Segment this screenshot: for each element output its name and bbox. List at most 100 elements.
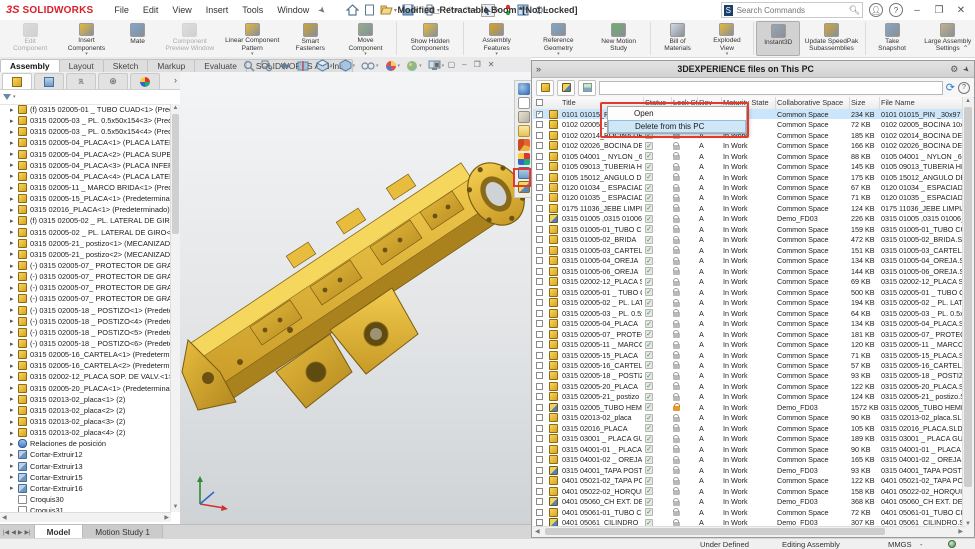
row-checkbox[interactable] (536, 142, 543, 149)
row-checkbox[interactable] (536, 310, 543, 317)
expand-arrow-icon[interactable]: ▸ (10, 295, 18, 303)
expand-arrow-icon[interactable]: ▸ (10, 351, 18, 359)
file-row[interactable]: 0401 05021-02_TAPA POSTE...✓AIn WorkComm… (533, 475, 965, 485)
bill-of-materials-button[interactable]: Bill of Materials (653, 21, 703, 56)
file-row[interactable]: 0315 02005_TUBO HEMBRA ...✓AIn WorkDemo_… (533, 402, 965, 412)
expand-arrow-icon[interactable]: ▸ (10, 306, 18, 314)
tab-markup[interactable]: Markup (147, 59, 195, 72)
tree-item[interactable]: ▸(-) 0315 02005-18 _ POSTIZO<6> (Predete… (0, 338, 171, 349)
tree-item[interactable]: ▸0315 02005-16_CARTELA<2> (Predeterminad… (0, 360, 171, 371)
tree-item[interactable]: ▸(-) 0315 02005-07_ PROTECTOR DE GRASERA… (0, 271, 171, 282)
expand-arrow-icon[interactable]: ▸ (10, 206, 18, 214)
row-checkbox[interactable] (536, 215, 543, 222)
panel-options-gear-icon[interactable]: ⚙ (950, 64, 958, 75)
row-checkbox[interactable] (536, 299, 543, 306)
print-button[interactable]: ▾ (421, 3, 442, 17)
file-row[interactable]: 0315 02005-20_PLACA✓AIn WorkCommon Space… (533, 381, 965, 391)
tree-item[interactable]: ▸(f) 0315 02005-02 _ PL. LATERAL DE GIRO… (0, 215, 171, 226)
menu-view[interactable]: View (165, 2, 198, 18)
row-checkbox[interactable] (536, 519, 543, 526)
tab-featuremanager[interactable] (2, 73, 32, 89)
tree-item[interactable]: ▸Cortar-Extruir16 (0, 483, 171, 494)
smart-fasteners-button[interactable]: Smart Fasteners (283, 21, 337, 56)
expand-arrow-icon[interactable]: ▸ (10, 262, 18, 270)
file-row[interactable]: 0315 04001-02 _ OREJA INTE...✓AIn WorkCo… (533, 454, 965, 464)
doc-close-icon[interactable]: ✕ (488, 60, 495, 69)
mate-button[interactable]: Mate (117, 21, 159, 56)
row-checkbox[interactable] (536, 121, 543, 128)
dropdown-caret-icon[interactable]: ▾ (415, 7, 418, 14)
select-button[interactable]: ▾ (479, 3, 501, 18)
row-checkbox[interactable] (536, 404, 543, 411)
row-checkbox[interactable] (536, 331, 543, 338)
row-checkbox[interactable] (536, 132, 543, 139)
tab-layout[interactable]: Layout (59, 59, 104, 72)
tree-item[interactable]: ▸Relaciones de posición (0, 438, 171, 449)
row-checkbox[interactable] (536, 268, 543, 275)
expand-arrow-icon[interactable]: ▸ (10, 462, 18, 470)
file-row[interactable]: 0120 01035 _ ESPACIADOR ...✓AIn WorkComm… (533, 193, 965, 203)
row-checkbox[interactable] (536, 467, 543, 474)
expand-arrow-icon[interactable]: ▸ (10, 406, 18, 414)
previous-view-icon[interactable] (279, 60, 291, 72)
expand-arrow-icon[interactable]: ▸ (10, 195, 18, 203)
panel-pin-icon[interactable]: ➤ (961, 63, 972, 74)
row-checkbox[interactable] (536, 352, 543, 359)
column-divider[interactable] (775, 97, 776, 109)
file-row[interactable]: 0105 04001 _ NYLON _62X2...✓AIn WorkComm… (533, 151, 965, 161)
tab-assembly[interactable]: Assembly (0, 59, 60, 72)
insert-components-button[interactable]: Insert Components▾ (56, 21, 116, 56)
row-checkbox[interactable] (536, 498, 543, 505)
row-checkbox[interactable] (536, 456, 543, 463)
file-filter-input[interactable] (599, 81, 943, 95)
tree-item[interactable]: ▸Cortar-Extruir13 (0, 461, 171, 472)
column-divider[interactable] (879, 97, 880, 109)
take-snapshot-button[interactable]: Take Snapshot (868, 21, 917, 56)
file-row[interactable]: 0315 02005-18 _ POSTIZO✓AIn WorkCommon S… (533, 371, 965, 381)
search-icon[interactable]: 🔍︎ (849, 5, 860, 16)
dropdown-caret-icon[interactable]: ▾ (545, 7, 548, 14)
exploded-view-button[interactable]: Exploded View▾ (703, 21, 752, 56)
move-component-button[interactable]: Move Component▾ (337, 21, 394, 56)
dropdown-caret-icon[interactable]: ▾ (419, 63, 422, 69)
file-row[interactable]: 0315 02005-04_PLACA✓AIn WorkCommon Space… (533, 318, 965, 328)
expand-arrow-icon[interactable]: ▸ (10, 429, 18, 437)
table-button[interactable] (515, 3, 531, 17)
scroll-right-icon[interactable]: ▶ (958, 528, 963, 535)
search-commands-input[interactable] (735, 5, 849, 16)
file-row[interactable]: 0315 01005 ,0315 01006_TU...✓AIn WorkDem… (533, 214, 965, 224)
expand-arrow-icon[interactable]: ▸ (10, 373, 18, 381)
expand-arrow-icon[interactable]: ▸ (10, 451, 18, 459)
file-row[interactable]: 0401 05022-02_HORQUILLA ...✓AIn WorkComm… (533, 486, 965, 496)
dropdown-caret-icon[interactable]: ▾ (437, 7, 440, 14)
row-checkbox[interactable] (536, 372, 543, 379)
file-row[interactable]: 0315 01005-03_CARTELA✓AIn WorkCommon Spa… (533, 245, 965, 255)
file-row[interactable]: 0315 02002-12_PLACA SOP. ...✓AIn WorkCom… (533, 277, 965, 287)
tree-item[interactable]: ▸0315 02013-02_placa<3> (2) (0, 416, 171, 427)
dropdown-caret-icon[interactable]: ▾ (364, 52, 367, 56)
expand-arrow-icon[interactable]: ▸ (10, 418, 18, 426)
dropdown-caret-icon[interactable]: ▾ (726, 52, 729, 56)
linear-component-pattern-button[interactable]: Linear Component Pattern▾ (221, 21, 283, 56)
filter-assemblies-button[interactable] (557, 80, 575, 96)
tree-item[interactable]: ▸0315 02013-02_placa<4> (2) (0, 427, 171, 438)
row-checkbox[interactable] (536, 174, 543, 181)
assembly-features-button[interactable]: Assembly Features▾ (466, 21, 527, 56)
file-row[interactable]: 0315 02005-16_CARTELA✓AIn WorkCommon Spa… (533, 360, 965, 370)
file-row[interactable]: ✓0101 01015_PIN _30x97 EXTE...✓AIn WorkC… (533, 109, 965, 119)
scroll-right-icon[interactable]: ▶ (164, 514, 169, 521)
menu-file[interactable]: File (107, 2, 136, 18)
expand-arrow-icon[interactable]: ▸ (10, 128, 18, 136)
reference-geometry-button[interactable]: Reference Geometry▾ (527, 21, 589, 56)
scroll-up-icon[interactable]: ▲ (171, 104, 180, 113)
tree-item[interactable]: ▸0315 02016_PLACA<1> (Predeterminado) (0, 204, 171, 215)
menu-insert[interactable]: Insert (199, 2, 236, 18)
custom-properties-icon[interactable] (518, 153, 530, 165)
tab-sketch[interactable]: Sketch (103, 59, 149, 72)
column-header-size[interactable]: Size (851, 98, 865, 107)
tree-item[interactable]: ▸Cortar-Extruir12 (0, 449, 171, 460)
scrollbar-thumb[interactable] (172, 114, 179, 234)
pin-menubar-icon[interactable]: ➤ (316, 3, 329, 16)
expand-arrow-icon[interactable]: ▸ (10, 284, 18, 292)
menu-edit[interactable]: Edit (136, 2, 166, 18)
